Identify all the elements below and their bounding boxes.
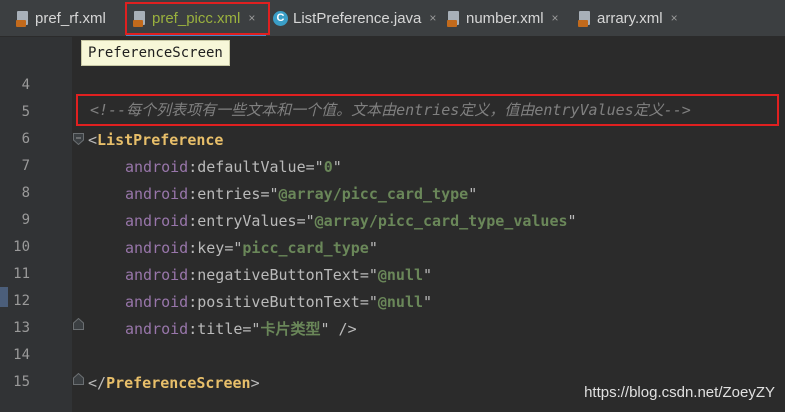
tab-label: arrary.xml [597,9,663,27]
line-number: 15 [13,374,30,390]
code-line-attribute: android:title="卡片类型" /> [125,320,357,338]
breadcrumb-tooltip: PreferenceScreen [81,40,230,66]
code-line-close-tag: </PreferenceScreen> [88,374,260,392]
tab-label: pref_rf.xml [35,9,106,27]
line-number: 13 [13,320,30,336]
xml-file-icon [447,10,461,27]
line-number: 5 [21,104,30,120]
code-line-attribute: android:defaultValue="0" [125,158,342,176]
tag-name: ListPreference [97,131,224,149]
code-line-open-tag: <ListPreference [88,131,224,149]
tag-name: PreferenceScreen [106,374,251,392]
tab-list-preference-java[interactable]: C ListPreference.java × [273,4,436,32]
line-number: 6 [21,131,30,147]
line-number: 4 [21,77,30,93]
line-number: 7 [21,158,30,174]
watermark: https://blog.csdn.net/ZoeyZY [584,384,775,401]
code-line-attribute: android:negativeButtonText="@null" [125,266,433,284]
close-icon[interactable]: × [429,11,436,25]
tab-label: number.xml [466,9,544,27]
line-number: 9 [21,212,30,228]
code-line-attribute: android:entryValues="@array/picc_card_ty… [125,212,577,230]
line-number: 11 [13,266,30,282]
line-number: 14 [13,347,30,363]
close-icon[interactable]: × [552,11,559,25]
xml-file-icon [578,10,592,27]
line-number-gutter: 4 5 6 7 8 9 10 11 12 13 14 15 [0,37,72,412]
code-line-attribute: android:positiveButtonText="@null" [125,293,433,311]
line-number: 10 [13,239,30,255]
line-number: 12 [13,293,30,309]
xml-file-icon [16,10,30,27]
comment-highlight-box [76,94,779,126]
close-icon[interactable]: × [671,11,678,25]
active-tab-highlight-box [125,2,270,35]
tab-number-xml[interactable]: number.xml × [447,4,559,32]
tab-arrary-xml[interactable]: arrary.xml × [578,4,678,32]
tab-pref-rf[interactable]: pref_rf.xml [16,4,106,32]
code-line-attribute: android:key="picc_card_type" [125,239,378,257]
java-class-icon: C [273,10,288,26]
line-number: 8 [21,185,30,201]
editor-tab-bar: pref_rf.xml pref_picc.xml × C ListPrefer… [0,0,785,37]
code-line-attribute: android:entries="@array/picc_card_type" [125,185,478,203]
tab-label: ListPreference.java [293,9,422,27]
